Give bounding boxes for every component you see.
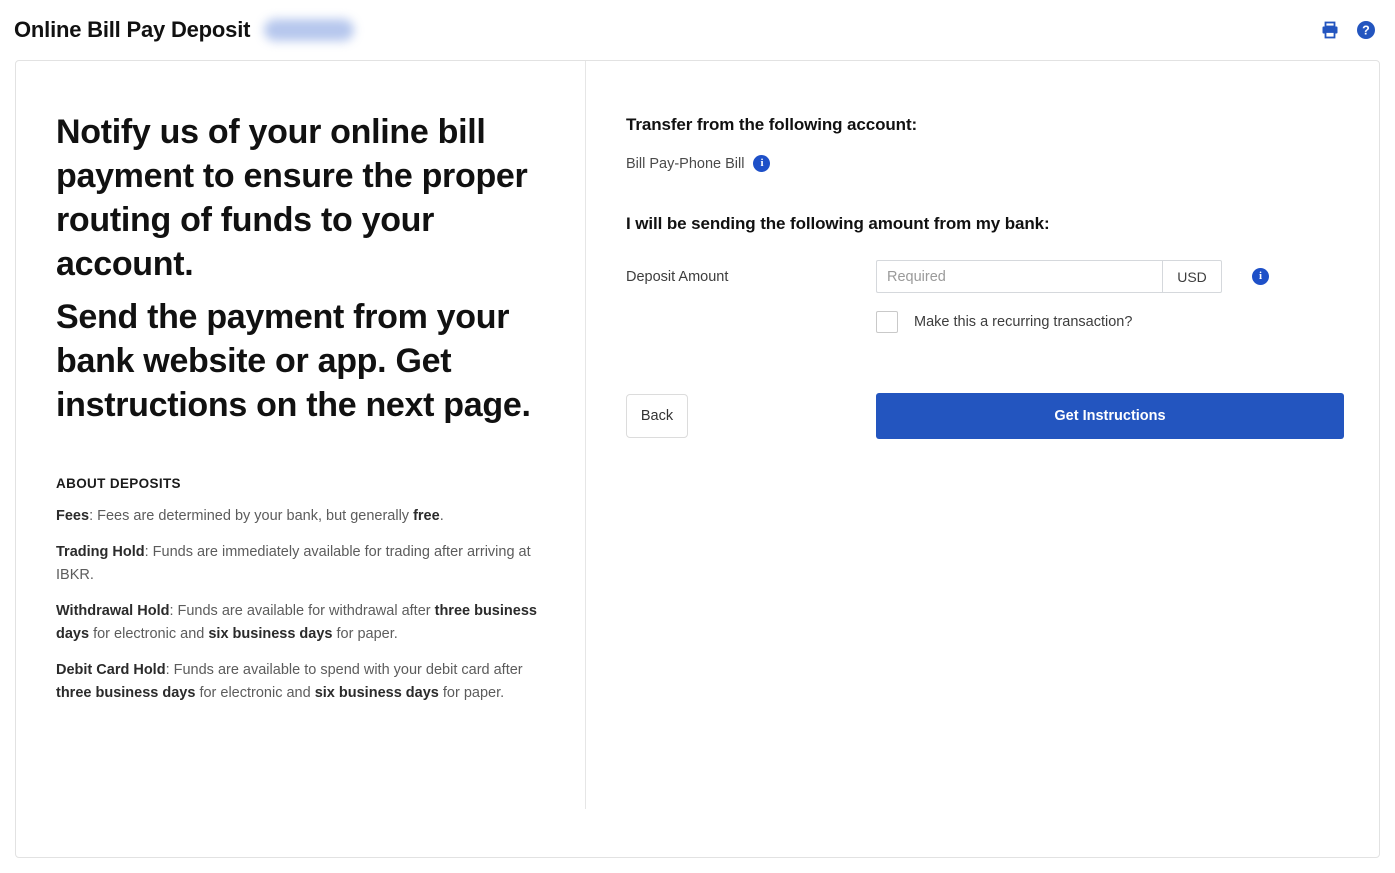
header-actions: ? [1319,19,1377,41]
about-term-fees: Fees [56,508,90,525]
lede-paragraph-1: Notify us of your online bill payment to… [56,113,528,283]
about-emphasis-debit-paper: six business days [314,684,439,701]
about-tail-debit-1: for electronic and [195,684,315,701]
svg-text:?: ? [1362,24,1370,38]
amount-info-wrap: i [1252,268,1269,285]
deposit-amount-row: Deposit Amount USD i [626,260,1379,293]
amount-info-icon[interactable]: i [1252,268,1269,285]
amount-heading: I will be sending the following amount f… [626,214,1050,233]
about-tail-fees: . [439,508,444,525]
account-number-badge-redacted [264,19,355,41]
recurring-transaction-label: Make this a recurring transaction? [914,314,1133,330]
right-form-column: Transfer from the following account: Bil… [586,61,1379,857]
about-tail-debit-2: for paper. [438,684,505,701]
recurring-transaction-row: Make this a recurring transaction? [876,311,1379,333]
transfer-account-heading: Transfer from the following account: [626,115,918,134]
about-term-debit-card-hold: Debit Card Hold [56,662,166,679]
about-item-fees: Fees: Fees are determined by your bank, … [56,505,545,527]
recurring-transaction-checkbox[interactable] [876,311,898,333]
about-term-trading-hold: Trading Hold [56,544,145,561]
about-emphasis-debit-electronic: three business days [56,684,196,701]
about-emphasis-withdrawal-paper: six business days [208,625,333,642]
deposit-amount-input-group: USD [876,260,1222,293]
get-instructions-button[interactable]: Get Instructions [876,393,1344,439]
about-text-debit-card-hold: : Funds are available to spend with your… [165,662,523,679]
about-tail-withdrawal-1: for electronic and [89,625,209,642]
about-deposits-title: ABOUT DEPOSITS [56,476,181,492]
about-emphasis-fees: free [413,508,440,525]
currency-addon: USD [1162,260,1222,293]
content-card: Notify us of your online bill payment to… [15,60,1380,858]
form-actions: Back Get Instructions [626,393,1379,439]
about-text-withdrawal-hold: : Funds are available for withdrawal aft… [169,603,435,620]
page-title: Online Bill Pay Deposit [14,17,251,42]
page-header: Online Bill Pay Deposit ? [0,0,1395,60]
deposit-amount-label: Deposit Amount [626,268,729,285]
deposit-amount-input[interactable] [876,260,1162,293]
about-item-debit-card-hold: Debit Card Hold: Funds are available to … [56,659,545,704]
left-info-column: Notify us of your online bill payment to… [16,61,586,809]
source-account-name: Bill Pay-Phone Bill [626,155,745,172]
print-icon[interactable] [1319,19,1341,41]
about-item-withdrawal-hold: Withdrawal Hold: Funds are available for… [56,600,545,645]
about-term-withdrawal-hold: Withdrawal Hold [56,603,170,620]
about-text-fees: : Fees are determined by your bank, but … [89,508,414,525]
back-button[interactable]: Back [626,394,688,438]
source-account-row: Bill Pay-Phone Bill i [626,155,1379,172]
about-tail-withdrawal-2: for paper. [332,625,398,642]
about-item-trading-hold: Trading Hold: Funds are immediately avai… [56,541,545,586]
lede-paragraph-2: Send the payment from your bank website … [56,298,531,425]
help-circle-icon[interactable]: ? [1355,19,1377,41]
account-info-icon[interactable]: i [753,155,771,172]
